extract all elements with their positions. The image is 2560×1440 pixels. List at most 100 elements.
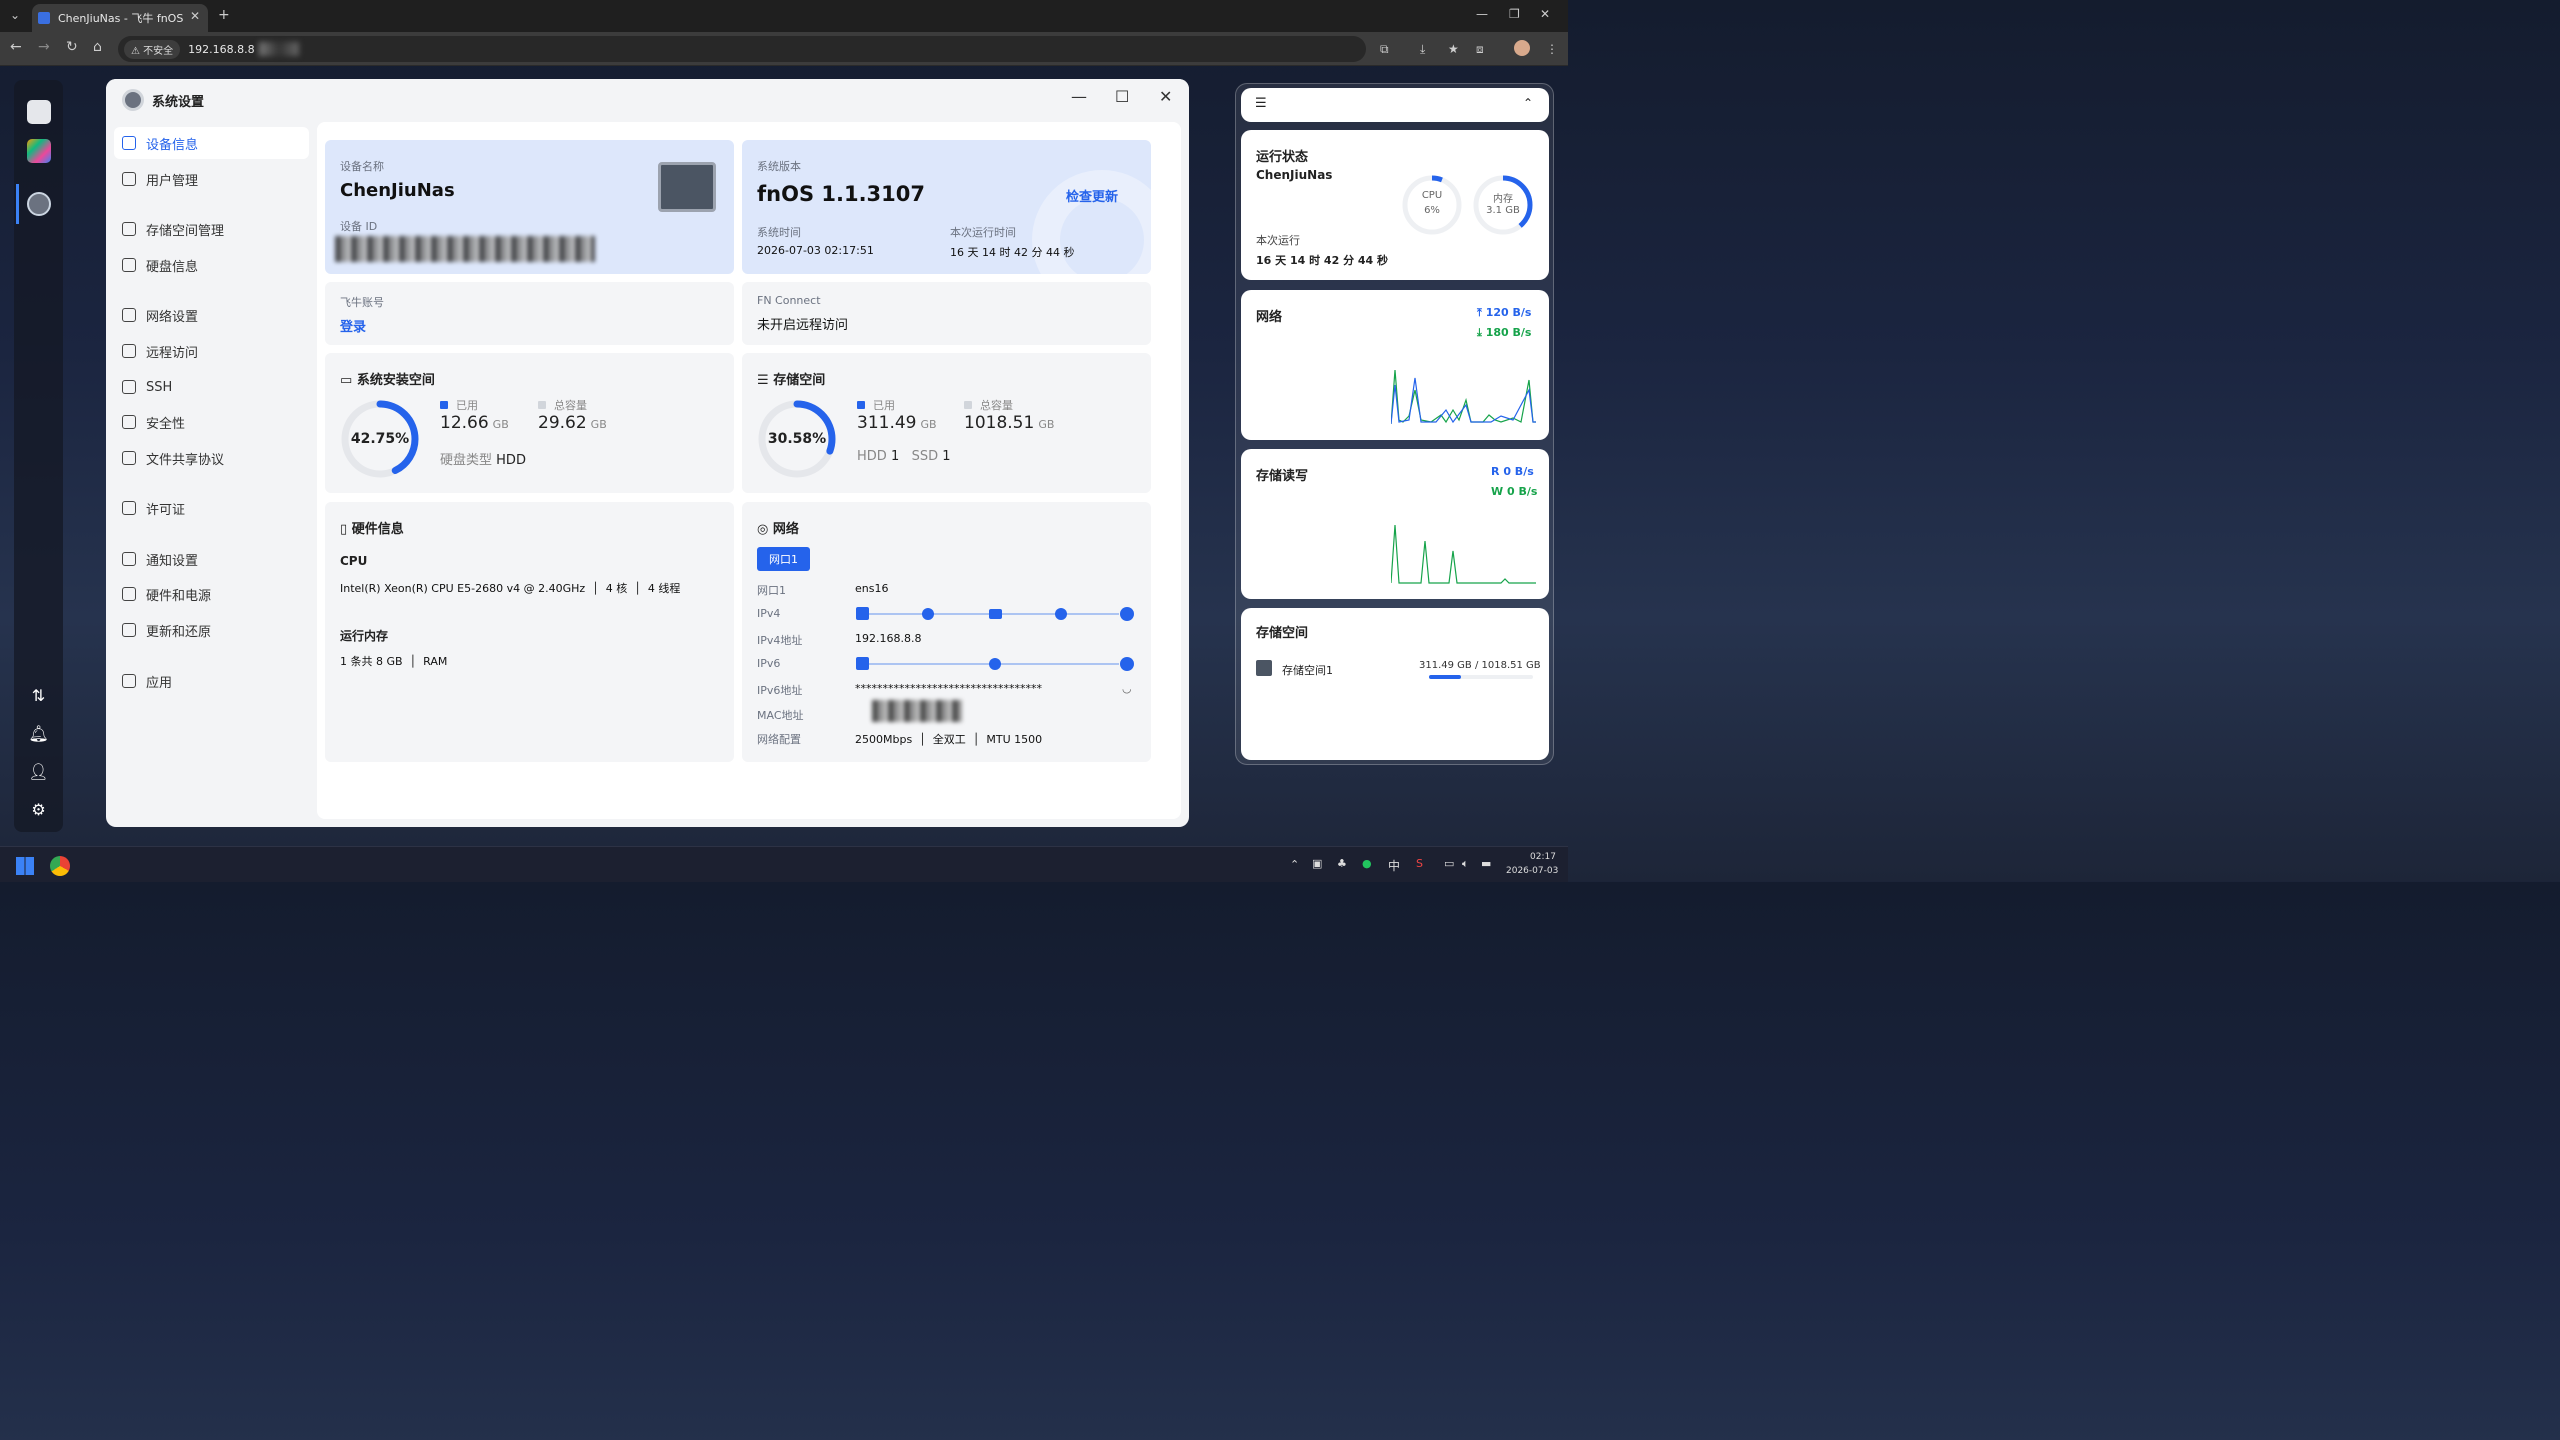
extensions-icon[interactable]: ⧉	[1380, 42, 1389, 57]
version-label: 系统版本	[757, 160, 801, 173]
window-close-button[interactable]: ✕	[1159, 87, 1172, 106]
minimize-browser-icon[interactable]: —	[1476, 7, 1488, 21]
browser-tab-strip: ⌄ ChenJiuNas - 飞牛 fnOS ✕ + — ❐ ✕	[0, 0, 1568, 32]
hardware-card: ▯ 硬件信息 CPU Intel(R) Xeon(R) CPU E5-2680 …	[325, 502, 734, 762]
account-card: 飞牛账号 登录	[325, 282, 734, 345]
insecure-badge[interactable]: ⚠ 不安全	[124, 39, 181, 59]
sidebar-item-ssh[interactable]: SSH	[114, 371, 309, 403]
sidebar-item-file-sharing[interactable]: 文件共享协议	[114, 442, 309, 474]
dock-transfer-icon[interactable]: ⇅	[14, 676, 63, 714]
tab-search-icon[interactable]: ⌄	[10, 8, 20, 22]
login-link[interactable]: 登录	[340, 316, 366, 335]
sidebar-item-apps[interactable]: 应用	[114, 665, 309, 697]
browser-tab[interactable]: ChenJiuNas - 飞牛 fnOS ✕	[32, 4, 208, 32]
dock-bell-icon[interactable]: 🔔︎	[14, 714, 63, 752]
dock-settings-app-icon[interactable]	[14, 185, 63, 223]
nas-device-icon	[658, 162, 716, 212]
disk-type: 硬盘类型 HDD	[440, 449, 526, 468]
connection-diagram	[856, 607, 1134, 671]
tray-app3-icon[interactable]: S	[1416, 857, 1423, 870]
sidebar-item-label: SSH	[146, 379, 173, 395]
sidebar-item-hardware-power[interactable]: 硬件和电源	[114, 578, 309, 610]
insecure-label: 不安全	[143, 45, 174, 57]
network-title: ◎ 网络	[757, 522, 799, 537]
io-write-value: 0 B/s	[1506, 485, 1538, 498]
sidebar-item-license[interactable]: 许可证	[114, 492, 309, 524]
clock-date[interactable]: 2026-07-03	[1506, 866, 1558, 876]
restore-browser-icon[interactable]: ❐	[1509, 7, 1520, 21]
favorites-icon[interactable]: ★	[1448, 42, 1459, 56]
tray-app-icon[interactable]: ▣	[1312, 857, 1322, 870]
cpu-cores: 4 核	[605, 582, 628, 595]
storage-total-unit: GB	[1038, 418, 1055, 431]
update-restore-icon	[122, 623, 136, 637]
forward-icon[interactable]: →	[38, 39, 50, 55]
tray-overflow-icon[interactable]: ⌃	[1290, 858, 1299, 871]
new-tab-icon[interactable]: +	[218, 7, 230, 23]
dock-desktop-icon[interactable]	[14, 93, 63, 131]
chrome-taskbar-icon[interactable]	[50, 856, 70, 876]
device-name: ChenJiuNas	[340, 180, 455, 201]
port-tab[interactable]: 网口1	[757, 547, 810, 571]
system-time-value: 2026-07-03 02:17:51	[757, 244, 874, 257]
window-maximize-button[interactable]: ☐	[1115, 87, 1129, 106]
sidebar-item-disk-info[interactable]: 硬盘信息	[114, 249, 309, 281]
back-icon[interactable]: ←	[10, 39, 22, 55]
sidebar-item-notifications[interactable]: 通知设置	[114, 543, 309, 575]
storage-used-legend: 已用	[857, 397, 895, 413]
show-password-icon[interactable]: ◡	[1122, 682, 1132, 695]
apps-icon	[122, 674, 136, 688]
close-tab-icon[interactable]: ✕	[190, 9, 200, 23]
status-title: 运行状态	[1256, 150, 1309, 165]
translate-icon[interactable]: ⧈	[1476, 42, 1484, 57]
system-used-value: 12.66 GB	[440, 413, 509, 433]
reload-icon[interactable]: ↻	[66, 39, 78, 55]
io-widget-title: 存储读写	[1256, 469, 1309, 484]
dock-user-icon[interactable]: 👤︎	[14, 752, 63, 790]
check-update-link[interactable]: 检查更新	[1066, 186, 1118, 205]
home-icon[interactable]: ⌂	[93, 39, 102, 55]
collapse-icon[interactable]: ⌃	[1523, 96, 1533, 110]
clock-time[interactable]: 02:17	[1530, 852, 1556, 862]
device-name-label: 设备名称	[340, 160, 384, 173]
ime-indicator[interactable]: 中	[1388, 857, 1400, 874]
sidebar-item-remote-access[interactable]: 远程访问	[114, 335, 309, 367]
space-widget-title: 存储空间	[1256, 626, 1309, 641]
sidebar-item-device-info[interactable]: 设备信息	[114, 127, 309, 159]
network-tray-icon[interactable]: ▭	[1444, 857, 1454, 870]
duplex: 全双工	[932, 733, 966, 746]
system-total-value: 29.62 GB	[538, 413, 607, 433]
storage-total-value: 1018.51 GB	[964, 413, 1054, 433]
sidebar-item-update-restore[interactable]: 更新和还原	[114, 614, 309, 646]
menu-icon[interactable]: ⋮	[1546, 42, 1558, 56]
window-minimize-button[interactable]: —	[1071, 87, 1087, 106]
net-row-value: ens16	[855, 582, 889, 595]
volume-icon[interactable]: 🔈︎	[1462, 857, 1469, 871]
dock-app-center-icon[interactable]	[14, 132, 63, 170]
system-total-number: 29.62	[538, 413, 587, 433]
profile-avatar[interactable]	[1514, 40, 1530, 56]
dock-gear-icon[interactable]: ⚙	[14, 790, 63, 828]
battery-icon[interactable]: ▬	[1481, 857, 1491, 870]
sidebar-item-network-settings[interactable]: 网络设置	[114, 299, 309, 331]
address-bar[interactable]: ⚠ 不安全 192.168.8.8	[118, 36, 1366, 62]
sidebar-item-security[interactable]: 安全性	[114, 406, 309, 438]
windows-start-icon[interactable]	[16, 857, 34, 875]
hdd-count: 1	[890, 449, 900, 464]
system-time-label: 系统时间	[757, 226, 801, 239]
sidebar-item-storage-management[interactable]: 存储空间管理	[114, 213, 309, 245]
close-browser-icon[interactable]: ✕	[1540, 7, 1550, 21]
sidebar-item-user-management[interactable]: 用户管理	[114, 163, 309, 195]
version-value: fnOS 1.1.3107	[757, 182, 925, 206]
io-read-value: 0 B/s	[1503, 465, 1534, 478]
widget-menu-icon[interactable]: ☰	[1255, 96, 1267, 111]
ram-label: 运行内存	[340, 629, 389, 643]
tray-app2-icon[interactable]: ♣	[1337, 857, 1347, 870]
system-used-number: 12.66	[440, 413, 489, 433]
sidebar-item-label: 更新和还原	[146, 624, 212, 640]
network-card: ◎ 网络 网口1 网口1 ens16 IPv4 IPv4地址 192.168.8.8 IP…	[742, 502, 1151, 762]
space-progress-track	[1429, 675, 1533, 679]
io-widget: 存储读写 R 0 B/s W 0 B/s	[1241, 449, 1549, 599]
wechat-icon[interactable]: ●	[1362, 857, 1372, 870]
download-icon[interactable]: ⤓	[1420, 42, 1425, 57]
